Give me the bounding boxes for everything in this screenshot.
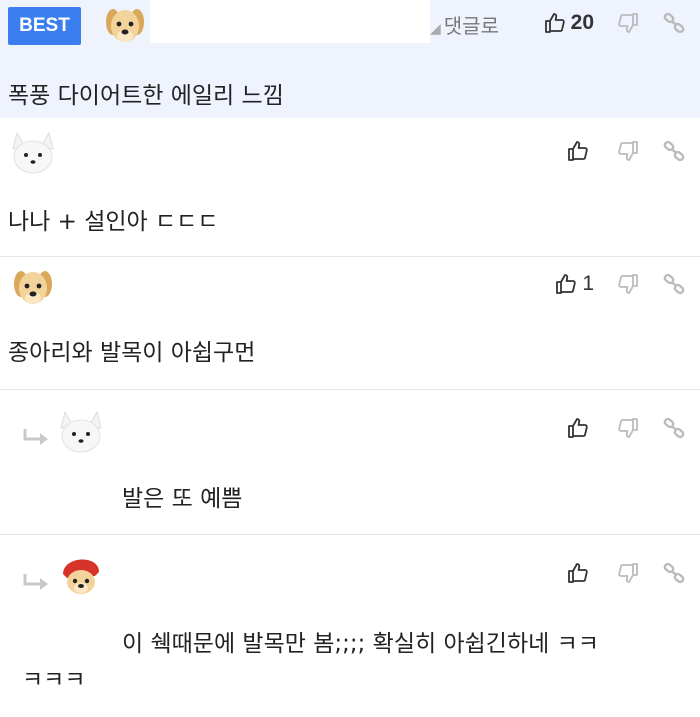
comment-actions — [566, 136, 686, 166]
link-icon — [662, 416, 686, 440]
link-icon — [662, 561, 686, 585]
best-badge: BEST — [8, 7, 81, 45]
comment-text: 발은 또 예쁨 — [122, 486, 243, 512]
thumbs-up-icon — [566, 416, 590, 440]
link-button[interactable] — [662, 558, 686, 588]
like-button[interactable] — [566, 413, 594, 443]
link-icon — [662, 139, 686, 163]
link-button[interactable] — [662, 8, 686, 38]
comment-actions — [566, 558, 686, 588]
link-button[interactable] — [662, 413, 686, 443]
link-button[interactable] — [662, 136, 686, 166]
link-icon — [662, 272, 686, 296]
like-button[interactable]: 20 — [543, 8, 594, 38]
reply-arrow-icon — [21, 427, 51, 449]
thumbs-up-icon — [543, 11, 567, 35]
like-count: 1 — [582, 272, 594, 295]
like-button[interactable]: 1 — [554, 269, 594, 299]
username-area — [150, 0, 430, 43]
thumbs-up-icon — [566, 561, 590, 585]
avatar-icon[interactable] — [55, 550, 107, 602]
best-comment: BEST ◢ 댓글로 20 폭풍 다이어트한 에일리 느낌 — [0, 0, 700, 118]
like-button[interactable] — [566, 558, 594, 588]
thumbs-down-icon — [616, 11, 640, 35]
like-button[interactable] — [566, 136, 594, 166]
comment-actions — [566, 413, 686, 443]
avatar-icon[interactable] — [99, 0, 151, 52]
avatar-icon[interactable] — [7, 262, 59, 314]
comment: 나나 + 설인아 ㄷㄷㄷ — [0, 120, 700, 257]
reply-comment: 발은 또 예쁨 — [0, 391, 700, 535]
dislike-button[interactable] — [616, 136, 640, 166]
link-button[interactable] — [662, 269, 686, 299]
avatar-icon[interactable] — [55, 406, 107, 458]
comment-text: 폭풍 다이어트한 에일리 느낌 — [8, 83, 284, 109]
thumbs-up-icon — [554, 272, 578, 296]
comment-text: 나나 + 설인아 ㄷㄷㄷ — [8, 209, 219, 235]
dislike-button[interactable] — [616, 413, 640, 443]
thumbs-down-icon — [616, 561, 640, 585]
dislike-button[interactable] — [616, 558, 640, 588]
avatar-icon[interactable] — [7, 127, 59, 179]
like-count: 20 — [570, 11, 594, 34]
comment-actions: 20 — [543, 8, 686, 38]
reply-to-label[interactable]: ◢ 댓글로 — [430, 10, 499, 39]
thumbs-down-icon — [616, 416, 640, 440]
comment-text-line2: ㅋㅋㅋ — [22, 667, 86, 693]
dislike-button[interactable] — [616, 8, 640, 38]
thumbs-up-icon — [566, 139, 590, 163]
comment-actions: 1 — [554, 269, 686, 299]
caret-icon: ◢ — [430, 21, 441, 37]
link-icon — [662, 11, 686, 35]
thumbs-down-icon — [616, 272, 640, 296]
comment: 1 종아리와 발목이 아쉽구먼 — [0, 258, 700, 390]
thumbs-down-icon — [616, 139, 640, 163]
reply-comment: 이 쉑때문에 발목만 봄;;;; 확실히 아쉽긴하네 ㅋㅋ ㅋㅋㅋ — [0, 536, 700, 717]
reply-arrow-icon — [21, 572, 51, 594]
dislike-button[interactable] — [616, 269, 640, 299]
comment-text-line1: 이 쉑때문에 발목만 봄;;;; 확실히 아쉽긴하네 ㅋㅋ — [122, 631, 599, 657]
comment-text: 종아리와 발목이 아쉽구먼 — [8, 340, 256, 366]
